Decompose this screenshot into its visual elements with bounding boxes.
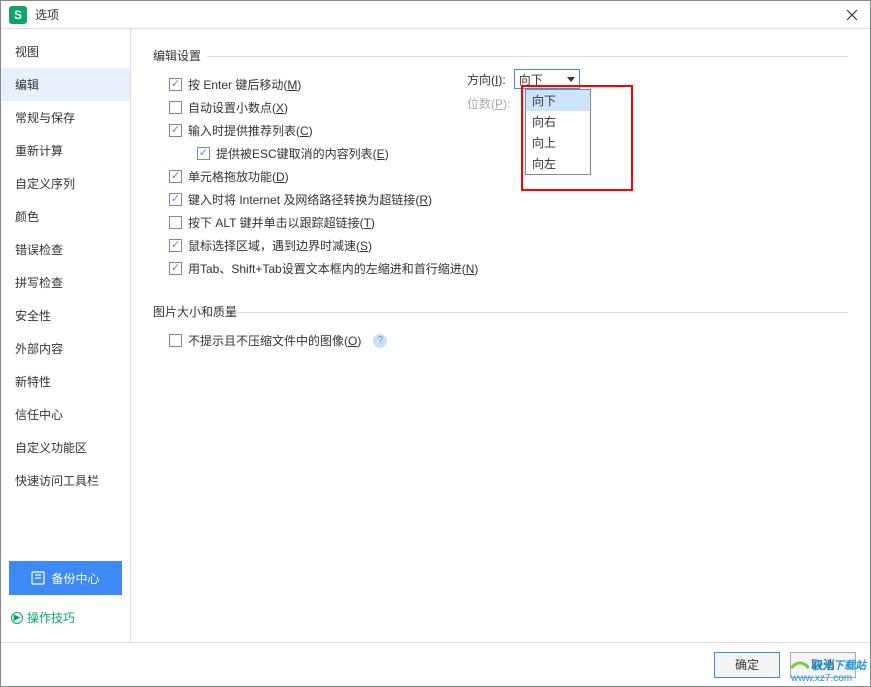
app-icon: S [9,6,27,24]
direction-combobox[interactable]: 向下 [514,69,580,89]
footer: 确定 取消 极光下载站 www.xz7.com [1,642,870,686]
esc-list-label[interactable]: 提供被ESC键取消的内容列表(E) [216,145,389,162]
dropdown-option-left[interactable]: 向左 [526,153,590,174]
drag-zoom-label[interactable]: 单元格拖放功能(D) [188,168,289,185]
ok-button[interactable]: 确定 [714,652,780,678]
titlebar: S 选项 [1,1,870,29]
sidebar-item-quick-access[interactable]: 快速访问工具栏 [1,464,130,497]
close-icon [846,9,858,21]
help-icon[interactable]: ? [373,334,387,348]
sidebar-item-external-content[interactable]: 外部内容 [1,332,130,365]
tab-indent-checkbox[interactable] [169,262,182,275]
enter-move-checkbox[interactable] [169,78,182,91]
cancel-button[interactable]: 取消 [790,652,856,678]
chevron-down-icon [567,77,575,82]
sidebar-item-recalculate[interactable]: 重新计算 [1,134,130,167]
auto-decimal-checkbox[interactable] [169,101,182,114]
sidebar-item-edit[interactable]: 编辑 [1,68,130,101]
hyperlink-checkbox[interactable] [169,193,182,206]
sidebar-item-error-check[interactable]: 错误检查 [1,233,130,266]
sidebar-item-trust-center[interactable]: 信任中心 [1,398,130,431]
close-button[interactable] [842,5,862,25]
digits-label: 位数(P): [467,95,510,112]
mouse-select-label[interactable]: 鼠标选择区域，遇到边界时减速(S) [188,237,372,254]
suggest-list-label[interactable]: 输入时提供推荐列表(C) [188,122,313,139]
dropdown-option-right[interactable]: 向右 [526,111,590,132]
mouse-select-checkbox[interactable] [169,239,182,252]
window-title: 选项 [35,6,842,23]
direction-value: 向下 [519,71,543,88]
backup-center-button[interactable]: 备份中心 [9,561,122,595]
tips-link[interactable]: ▶ 操作技巧 [11,609,120,626]
auto-decimal-label[interactable]: 自动设置小数点(X) [188,99,288,116]
alt-click-label[interactable]: 按下 ALT 键并单击以跟踪超链接(T) [188,214,375,231]
direction-dropdown[interactable]: 向下 向右 向上 向左 [525,89,591,175]
esc-list-checkbox[interactable] [197,147,210,160]
sidebar-item-color[interactable]: 颜色 [1,200,130,233]
backup-icon [31,571,45,585]
no-compress-label[interactable]: 不提示且不压缩文件中的图像(O) [188,332,361,349]
alt-click-checkbox[interactable] [169,216,182,229]
content-panel: 编辑设置 按 Enter 键后移动(M) 自动设置小数点(X) 输入时提供推荐列… [131,29,870,642]
no-compress-checkbox[interactable] [169,334,182,347]
tips-label: 操作技巧 [27,609,75,626]
play-icon: ▶ [11,612,23,624]
backup-center-label: 备份中心 [51,570,99,587]
sidebar-item-customize-ribbon[interactable]: 自定义功能区 [1,431,130,464]
edit-section-title: 编辑设置 [153,47,848,64]
dropdown-option-up[interactable]: 向上 [526,132,590,153]
hyperlink-label[interactable]: 键入时将 Internet 及网络路径转换为超链接(R) [188,191,432,208]
sidebar-item-security[interactable]: 安全性 [1,299,130,332]
sidebar-item-general-save[interactable]: 常规与保存 [1,101,130,134]
enter-move-label[interactable]: 按 Enter 键后移动(M) [188,76,301,93]
suggest-list-checkbox[interactable] [169,124,182,137]
drag-zoom-checkbox[interactable] [169,170,182,183]
direction-label: 方向(I): [467,71,506,88]
dropdown-option-down[interactable]: 向下 [526,90,590,111]
sidebar: 视图 编辑 常规与保存 重新计算 自定义序列 颜色 错误检查 拼写检查 安全性 … [1,29,131,642]
sidebar-item-new-features[interactable]: 新特性 [1,365,130,398]
sidebar-item-spellcheck[interactable]: 拼写检查 [1,266,130,299]
image-section-title: 图片大小和质量 [153,303,848,320]
sidebar-item-view[interactable]: 视图 [1,35,130,68]
tab-indent-label[interactable]: 用Tab、Shift+Tab设置文本框内的左缩进和首行缩进(N) [188,260,478,277]
sidebar-item-custom-lists[interactable]: 自定义序列 [1,167,130,200]
